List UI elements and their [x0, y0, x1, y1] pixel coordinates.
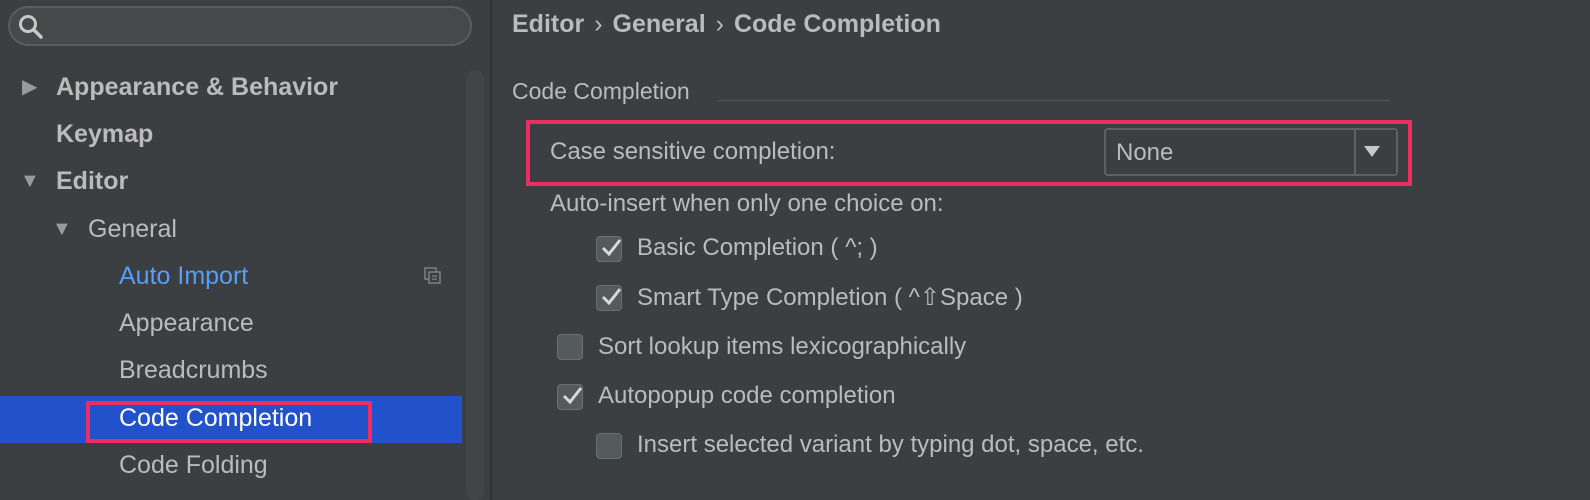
- settings-sidebar: ▶ Appearance & Behavior Keymap ▼ Editor …: [0, 0, 490, 500]
- case-sensitive-label: Case sensitive completion:: [550, 138, 836, 165]
- chevron-down-icon[interactable]: [1364, 146, 1380, 157]
- basic-completion-label[interactable]: Basic Completion ( ^; ): [637, 234, 878, 262]
- settings-main-panel: Editor › General › Code Completion Code Comp…: [492, 0, 1590, 500]
- dropdown-value: None: [1116, 139, 1174, 166]
- checkmark-icon: [601, 239, 622, 257]
- autopopup-label[interactable]: Autopopup code completion: [598, 382, 896, 410]
- smart-completion-checkbox[interactable]: [596, 285, 622, 311]
- checkmark-icon: [562, 387, 583, 405]
- chevron-right-icon[interactable]: ▶: [22, 64, 37, 110]
- insert-selected-checkbox[interactable]: [596, 433, 622, 459]
- autopopup-checkbox[interactable]: [557, 384, 583, 410]
- copy-icon: [424, 267, 441, 284]
- tree-item-general[interactable]: General: [88, 206, 177, 252]
- search-input[interactable]: [52, 12, 456, 42]
- highlight-box-sidebar: [86, 401, 372, 443]
- auto-insert-label: Auto-insert when only one choice on:: [550, 190, 944, 217]
- smart-completion-label[interactable]: Smart Type Completion ( ^⇧Space ): [637, 283, 1023, 312]
- section-divider: [718, 100, 1390, 101]
- breadcrumb-separator: ›: [715, 10, 724, 38]
- tree-item-code-folding[interactable]: Code Folding: [119, 442, 268, 488]
- search-icon: [19, 15, 43, 39]
- insert-selected-label[interactable]: Insert selected variant by typing dot, s…: [637, 431, 1144, 459]
- breadcrumb-editor[interactable]: Editor: [512, 10, 584, 38]
- tree-item-appearance-behavior[interactable]: Appearance & Behavior: [56, 64, 338, 110]
- tree-item-auto-import[interactable]: Auto Import: [119, 253, 248, 299]
- breadcrumb-code-completion: Code Completion: [733, 10, 941, 38]
- section-title: Code Completion: [512, 78, 690, 104]
- tree-item-appearance[interactable]: Appearance: [119, 300, 254, 346]
- tree-item-editor[interactable]: Editor: [56, 158, 128, 204]
- case-sensitive-dropdown[interactable]: None: [1104, 128, 1398, 176]
- tree-item-keymap[interactable]: Keymap: [56, 111, 153, 157]
- breadcrumb-separator: ›: [594, 10, 603, 38]
- basic-completion-checkbox[interactable]: [596, 236, 622, 262]
- sort-lookup-checkbox[interactable]: [557, 334, 583, 360]
- checkmark-icon: [601, 288, 622, 306]
- dropdown-separator: [1354, 130, 1356, 174]
- tree-item-breadcrumbs[interactable]: Breadcrumbs: [119, 347, 268, 393]
- sidebar-scrollbar[interactable]: [466, 70, 484, 500]
- chevron-down-icon[interactable]: ▼: [52, 206, 72, 252]
- breadcrumb: Editor › General › Code Completion: [512, 10, 941, 39]
- sort-lookup-label[interactable]: Sort lookup items lexicographically: [598, 333, 966, 361]
- breadcrumb-general[interactable]: General: [613, 10, 706, 38]
- chevron-down-icon[interactable]: ▼: [20, 158, 40, 204]
- search-box[interactable]: [8, 6, 472, 46]
